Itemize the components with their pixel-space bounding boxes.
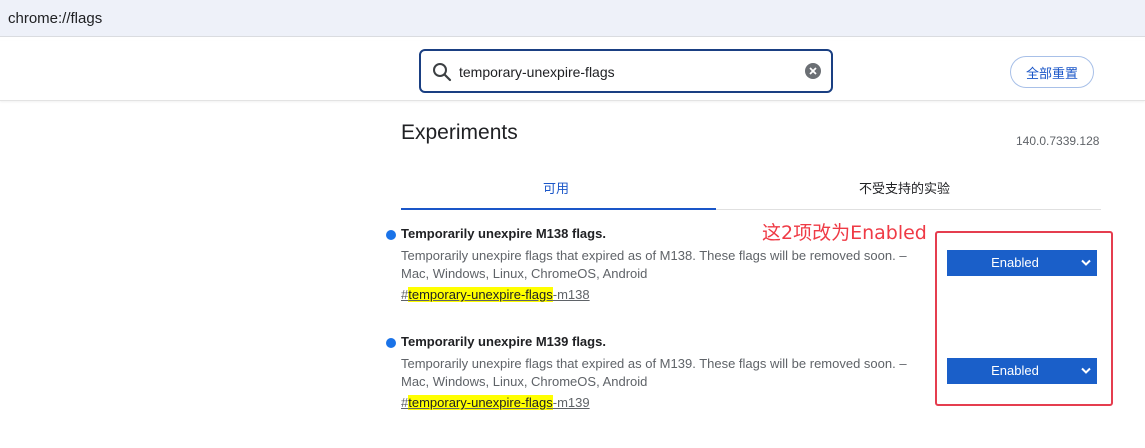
clear-search-icon[interactable] bbox=[804, 62, 822, 80]
selected-tab-indicator bbox=[401, 208, 716, 210]
tab-divider bbox=[716, 209, 1101, 210]
experiment-name: Temporarily unexpire M139 flags. bbox=[401, 334, 606, 349]
version-label: 140.0.7339.128 bbox=[1016, 134, 1100, 148]
experiment-description: Temporarily unexpire flags that expired … bbox=[401, 356, 907, 389]
permalink-suffix: -m139 bbox=[552, 395, 590, 410]
search-input[interactable] bbox=[457, 59, 791, 85]
page-title: Experiments bbox=[401, 121, 518, 144]
tab-unsupported[interactable]: 不受支持的实验 bbox=[859, 178, 950, 197]
search-icon bbox=[433, 63, 452, 82]
experiment-permalink[interactable]: #temporary-unexpire-flags-m139 bbox=[401, 395, 590, 410]
status-dot bbox=[386, 338, 396, 348]
permalink-suffix: -m138 bbox=[552, 287, 590, 302]
status-dot bbox=[386, 230, 396, 240]
annotation-note: 这2项改为Enabled bbox=[762, 222, 927, 244]
experiment-description: Temporarily unexpire flags that expired … bbox=[401, 248, 907, 281]
search-box[interactable] bbox=[419, 49, 833, 93]
permalink-search-match: temporary-unexpire-flags bbox=[408, 395, 553, 410]
experiment-name: Temporarily unexpire M138 flags. bbox=[401, 226, 606, 241]
annotation-highlight-box bbox=[935, 231, 1113, 406]
address-url[interactable]: chrome://flags bbox=[8, 10, 102, 27]
experiment-permalink[interactable]: #temporary-unexpire-flags-m138 bbox=[401, 287, 590, 302]
permalink-search-match: temporary-unexpire-flags bbox=[408, 287, 553, 302]
reset-all-button[interactable]: 全部重置 bbox=[1010, 56, 1094, 88]
address-bar[interactable]: chrome://flags bbox=[0, 0, 1145, 37]
flags-header: 全部重置 bbox=[0, 41, 1145, 101]
tab-available[interactable]: 可用 bbox=[543, 178, 569, 197]
